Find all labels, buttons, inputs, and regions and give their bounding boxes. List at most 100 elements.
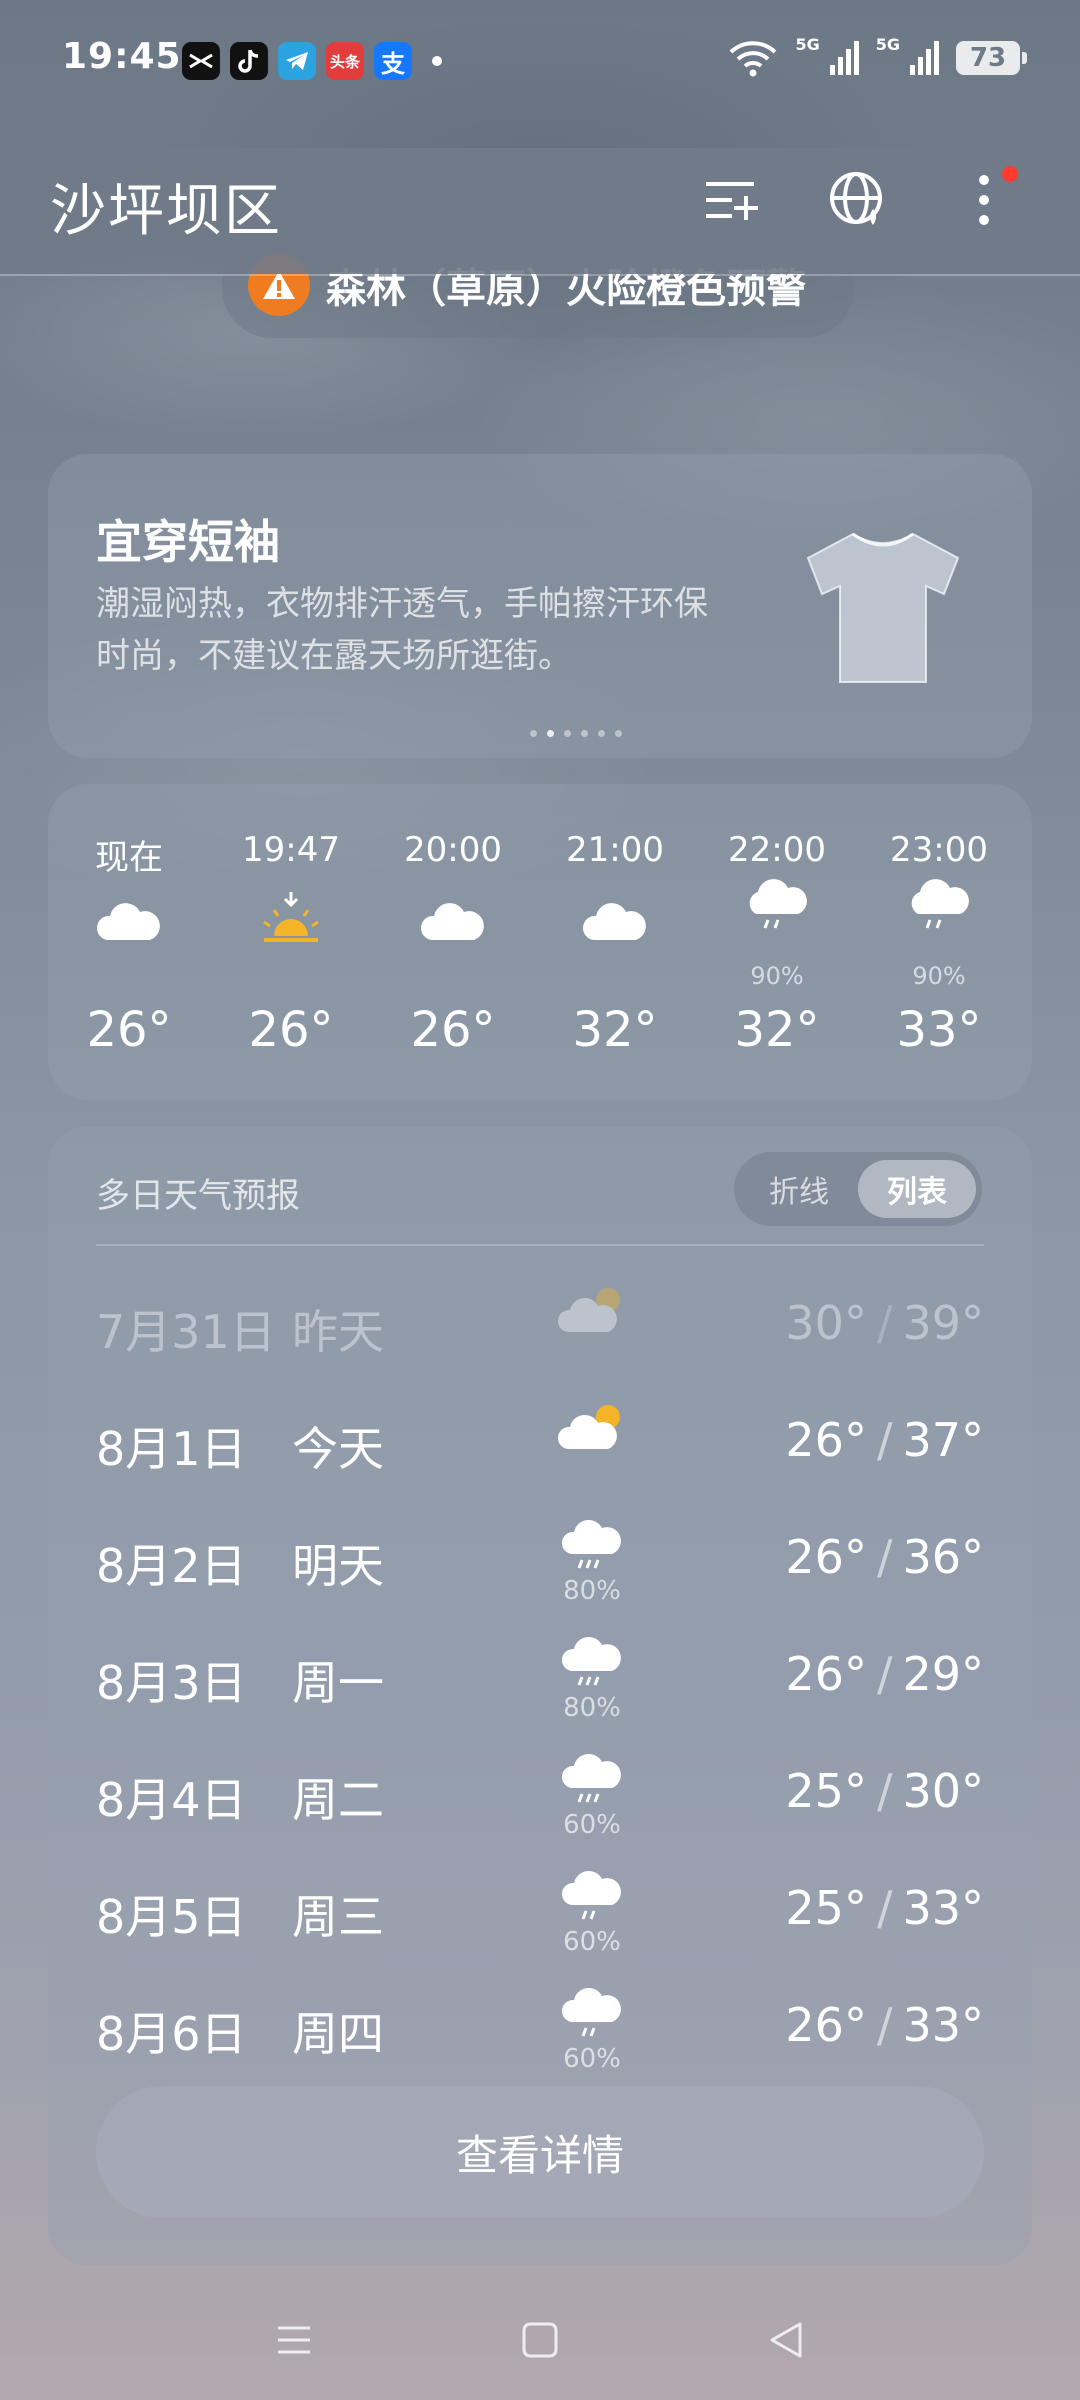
partly-cloudy-icon xyxy=(557,1405,620,1449)
hour-precip: 90% xyxy=(750,962,804,990)
temp-separator: / xyxy=(876,1764,893,1818)
low-temp: 25° xyxy=(785,1881,867,1935)
low-temp: 25° xyxy=(785,1764,867,1818)
hour-temp: 26° xyxy=(248,1002,334,1058)
day-precip: 60% xyxy=(563,1810,621,1840)
daily-forecast-title: 多日天气预报 xyxy=(96,1176,300,1216)
list-add-icon xyxy=(706,182,758,220)
hour-temp: 32° xyxy=(734,1002,820,1058)
rain-icon xyxy=(749,879,807,929)
hour-time: 22:00 xyxy=(728,830,826,870)
temp-separator: / xyxy=(876,1296,893,1350)
wifi-icon xyxy=(730,41,777,77)
day-temps: 30°/39° xyxy=(785,1296,984,1350)
rain-icon xyxy=(911,879,969,929)
notification-app-icons: 头条 支 xyxy=(182,42,442,80)
clothing-title: 宜穿短袖 xyxy=(96,515,280,569)
telegram-icon xyxy=(278,42,316,80)
status-time: 19:45 xyxy=(62,36,182,77)
day-date: 8月1日 xyxy=(96,1422,247,1476)
day-row[interactable]: 8月2日 明天 80% 26°/36° xyxy=(48,1500,1032,1616)
hour-time: 21:00 xyxy=(566,830,664,870)
rain-icon xyxy=(561,1870,621,1920)
pager-dot xyxy=(530,730,537,737)
clothing-advice-card[interactable]: 宜穿短袖 潮湿闷热，衣物排汗透气，手帕擦汗环保时尚，不建议在露天场所逛街。 xyxy=(48,454,1032,758)
more-vertical-icon xyxy=(979,175,989,225)
low-temp: 26° xyxy=(785,1530,867,1584)
day-row[interactable]: 8月6日 周四 60% 26°/33° xyxy=(48,1968,1032,2084)
toggle-list[interactable]: 列表 xyxy=(858,1160,976,1218)
cloudy-icon xyxy=(582,903,646,940)
day-name: 今天 xyxy=(292,1422,384,1476)
globe-icon xyxy=(830,172,882,225)
pager-dot xyxy=(615,730,622,737)
hour-temp: 33° xyxy=(896,1002,982,1058)
cloudy-icon xyxy=(96,903,160,940)
day-precip: 60% xyxy=(563,1927,621,1957)
toggle-line-chart[interactable]: 折线 xyxy=(740,1160,858,1218)
day-temps: 26°/29° xyxy=(785,1647,984,1701)
rain-icon xyxy=(561,1636,621,1686)
day-name: 昨天 xyxy=(292,1305,384,1359)
day-temps: 25°/33° xyxy=(785,1881,984,1935)
day-date: 8月5日 xyxy=(96,1890,247,1944)
day-temps: 26°/36° xyxy=(785,1530,984,1584)
temp-separator: / xyxy=(876,1881,893,1935)
day-row[interactable]: 8月3日 周一 80% 26°/29° xyxy=(48,1617,1032,1733)
day-row[interactable]: 8月5日 周三 60% 25°/33° xyxy=(48,1851,1032,1967)
low-temp: 30° xyxy=(785,1296,867,1350)
day-row-today[interactable]: 8月1日 今天 26°/37° xyxy=(48,1383,1032,1499)
toutiao-icon: 头条 xyxy=(326,42,364,80)
app-header: 沙坪坝区 xyxy=(0,148,1080,274)
more-notifications-dot xyxy=(432,56,442,66)
low-temp: 26° xyxy=(785,1647,867,1701)
battery-indicator: 73 xyxy=(956,41,1027,75)
hour-precip: 90% xyxy=(912,962,966,990)
day-row-yesterday[interactable]: 7月31日 昨天 30°/39° xyxy=(48,1266,1032,1382)
high-temp: 37° xyxy=(902,1413,984,1467)
day-temps: 26°/33° xyxy=(785,1998,984,2052)
add-city-button[interactable] xyxy=(696,164,768,236)
day-temps: 26°/37° xyxy=(785,1413,984,1467)
tiktok-icon xyxy=(230,42,268,80)
back-triangle-icon xyxy=(770,2322,802,2358)
square-icon xyxy=(522,2322,558,2358)
day-name: 周二 xyxy=(292,1773,384,1827)
view-mode-toggle[interactable]: 折线 列表 xyxy=(734,1152,982,1226)
high-temp: 30° xyxy=(902,1764,984,1818)
day-precip: 60% xyxy=(563,2044,621,2074)
rain-icon xyxy=(561,1987,621,2037)
rain-icon xyxy=(561,1753,621,1803)
pager-dot xyxy=(581,730,588,737)
home-button[interactable] xyxy=(500,2304,580,2376)
daily-forecast-card: 多日天气预报 折线 列表 7月31日 昨天 30°/39° 8月1日 今天 26… xyxy=(48,1126,1032,2266)
partly-cloudy-icon xyxy=(557,1288,620,1332)
clothing-description: 潮湿闷热，衣物排汗透气，手帕擦汗环保时尚，不建议在露天场所逛街。 xyxy=(96,584,708,676)
high-temp: 33° xyxy=(902,1881,984,1935)
day-precip: 80% xyxy=(563,1693,621,1723)
global-weather-button[interactable] xyxy=(822,164,894,236)
hour-time: 20:00 xyxy=(404,830,502,870)
divider xyxy=(96,1244,984,1246)
capcut-icon xyxy=(182,42,220,80)
day-date: 7月31日 xyxy=(96,1305,276,1359)
day-temps: 25°/30° xyxy=(785,1764,984,1818)
temp-separator: / xyxy=(876,1647,893,1701)
view-details-button[interactable]: 查看详情 xyxy=(96,2086,984,2218)
tshirt-icon xyxy=(806,532,960,683)
pager-dot-active xyxy=(547,730,554,737)
more-options-button[interactable] xyxy=(948,164,1020,236)
back-button[interactable] xyxy=(746,2304,826,2376)
day-row[interactable]: 8月4日 周二 60% 25°/30° xyxy=(48,1734,1032,1850)
high-temp: 39° xyxy=(902,1296,984,1350)
cloudy-icon xyxy=(420,903,484,940)
temp-separator: / xyxy=(876,1413,893,1467)
signal-icon-2 xyxy=(910,41,939,75)
low-temp: 26° xyxy=(785,1413,867,1467)
status-bar: 19:45 头条 支 5G 5G 73 xyxy=(0,0,1080,120)
recent-apps-button[interactable] xyxy=(254,2304,334,2376)
day-date: 8月2日 xyxy=(96,1539,247,1593)
hourly-forecast-card[interactable]: 现在 26° 19:47 26° 20:00 26° 21:00 32° 22:… xyxy=(48,784,1032,1100)
pager-dot xyxy=(564,730,571,737)
location-title[interactable]: 沙坪坝区 xyxy=(50,166,282,247)
